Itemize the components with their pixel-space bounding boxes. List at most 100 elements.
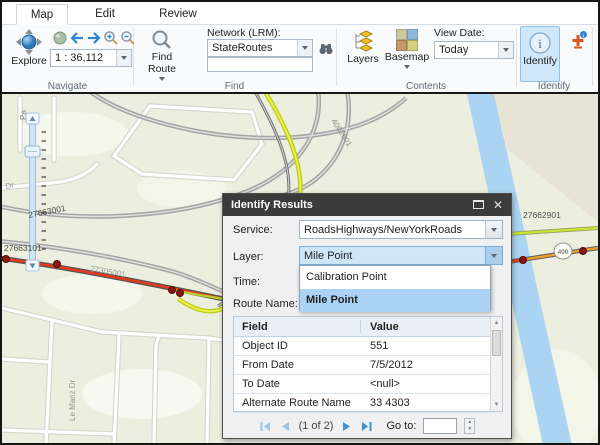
find-route-button[interactable]: Find Route — [140, 27, 184, 81]
map-scale-combobox[interactable]: 1 : 36,112 — [50, 49, 132, 67]
tab-review[interactable]: Review — [148, 4, 208, 25]
network-lrm-dropdown-button[interactable] — [297, 40, 312, 56]
chevron-down-icon — [302, 46, 308, 50]
table-scrollbar[interactable]: ▲ ▼ — [490, 317, 502, 411]
svg-text:490: 490 — [558, 249, 569, 256]
field-cell: To Date — [242, 375, 280, 394]
identify-button[interactable]: i Identify — [520, 26, 560, 82]
column-header-field: Field — [242, 317, 268, 337]
field-cell: From Date — [242, 356, 294, 375]
next-extent-arrow-icon[interactable] — [86, 30, 102, 46]
ribbon: Map Edit Review Explore — [2, 2, 598, 92]
value-cell: 551 — [370, 337, 388, 356]
group-separator — [592, 28, 593, 86]
zoom-slider-track[interactable] — [30, 124, 36, 260]
goto-page-input[interactable] — [423, 418, 457, 434]
scroll-down-icon[interactable]: ▼ — [491, 399, 502, 411]
identify-label: Identify — [523, 55, 557, 67]
layer-label: Layer: — [233, 251, 264, 263]
chevron-down-icon — [404, 65, 410, 69]
zoom-out-icon[interactable] — [120, 30, 136, 46]
find-route-magnifier-icon — [151, 29, 173, 51]
explore-label: Explore — [11, 55, 47, 67]
spinner-down-icon[interactable]: ▼ — [465, 426, 474, 433]
table-row[interactable]: Alternate Route Name 33 4303 — [234, 394, 490, 413]
group-label-identify: Identify — [516, 81, 592, 92]
route-name-label: Route Name: — [233, 298, 298, 310]
maximize-icon[interactable] — [473, 200, 484, 209]
group-separator — [516, 28, 517, 86]
view-date-value: Today — [435, 44, 498, 56]
map-scale-dropdown-button[interactable] — [116, 50, 131, 66]
dialog-title-bar[interactable]: Identify Results ✕ — [223, 194, 511, 216]
chevron-down-icon — [503, 48, 509, 52]
identify-results-dialog: Identify Results ✕ Service: RoadsHighway… — [222, 193, 512, 439]
table-header: Field Value — [234, 317, 502, 337]
find-route-label-2: Route — [148, 63, 176, 75]
column-divider — [360, 320, 361, 333]
value-cell: 7/5/2012 — [370, 356, 413, 375]
identify-route-location-icon[interactable]: i — [568, 30, 588, 50]
close-icon[interactable]: ✕ — [493, 197, 503, 213]
dropdown-option-mile-point[interactable]: Mile Point — [300, 289, 490, 312]
binoculars-search-icon[interactable] — [318, 40, 334, 56]
pagination-bar: (1 of 2) Go to: ▲ ▼ — [223, 416, 511, 436]
layer-dropdown-list: Calibration Point Mile Point — [299, 265, 491, 311]
previous-extent-arrow-icon[interactable] — [69, 30, 85, 46]
view-date-dropdown-button[interactable] — [498, 42, 513, 58]
network-lrm-value: StateRoutes — [208, 42, 297, 54]
scroll-up-icon[interactable]: ▲ — [491, 317, 502, 329]
attributes-table: Field Value Object ID 551 From Date 7/5/… — [233, 316, 503, 412]
dropdown-option-calibration-point[interactable]: Calibration Point — [300, 266, 490, 289]
goto-spinner[interactable]: ▲ ▼ — [464, 418, 475, 434]
svg-text:i: i — [538, 36, 542, 51]
route-label: 27663101 — [4, 243, 42, 253]
field-cell: Object ID — [242, 337, 288, 356]
explore-button[interactable]: Explore — [6, 27, 52, 67]
identify-icon: i — [528, 31, 552, 55]
application-window: Map Edit Review Explore — [0, 0, 600, 445]
street-label-lemanz: Le Manz Dr — [68, 379, 77, 421]
find-route-label-1: Find — [152, 51, 172, 63]
tab-edit[interactable]: Edit — [80, 4, 130, 25]
explore-icon — [16, 29, 42, 55]
view-date-combobox[interactable]: Today — [434, 41, 514, 59]
group-label-contents: Contents — [336, 81, 516, 92]
map-scale-value: 1 : 36,112 — [51, 52, 116, 64]
goto-label: Go to: — [386, 420, 416, 432]
route-shield-490: 490 — [554, 243, 572, 259]
column-header-value: Value — [370, 317, 399, 337]
layer-combobox[interactable]: Mile Point — [299, 246, 503, 265]
group-label-navigate: Navigate — [2, 81, 133, 92]
full-extent-globe-icon[interactable] — [52, 30, 68, 46]
tab-map[interactable]: Map — [16, 4, 68, 25]
street-label-dr: Dr — [5, 180, 15, 191]
page-indicator: (1 of 2) — [299, 420, 334, 432]
network-lrm-combobox[interactable]: StateRoutes — [207, 39, 313, 57]
chevron-down-icon — [491, 254, 497, 258]
zoom-in-icon[interactable] — [103, 30, 119, 46]
last-page-button[interactable] — [360, 420, 373, 433]
basemap-button[interactable]: Basemap — [384, 27, 430, 69]
service-combobox[interactable]: RoadsHighways/NewYorkRoads — [299, 220, 503, 239]
previous-page-button[interactable] — [279, 420, 292, 433]
layers-icon — [351, 29, 375, 53]
time-label: Time: — [233, 276, 260, 288]
dialog-title: Identify Results — [231, 199, 313, 211]
layer-dropdown-button[interactable] — [485, 247, 502, 264]
value-cell: <null> — [370, 375, 400, 394]
table-row[interactable]: To Date <null> — [234, 375, 490, 394]
table-row[interactable]: From Date 7/5/2012 — [234, 356, 490, 375]
layers-label: Layers — [347, 53, 379, 65]
scrollbar-thumb[interactable] — [492, 330, 501, 356]
first-page-button[interactable] — [259, 420, 272, 433]
basemap-label: Basemap — [385, 51, 429, 63]
next-page-button[interactable] — [340, 420, 353, 433]
land-patch — [82, 369, 202, 419]
route-input-field[interactable] — [207, 57, 313, 72]
spinner-up-icon[interactable]: ▲ — [465, 419, 474, 426]
table-row[interactable]: Object ID 551 — [234, 337, 490, 356]
layers-button[interactable]: Layers — [344, 27, 382, 65]
service-dropdown-button[interactable] — [485, 221, 502, 238]
value-cell: 33 4303 — [370, 394, 410, 413]
